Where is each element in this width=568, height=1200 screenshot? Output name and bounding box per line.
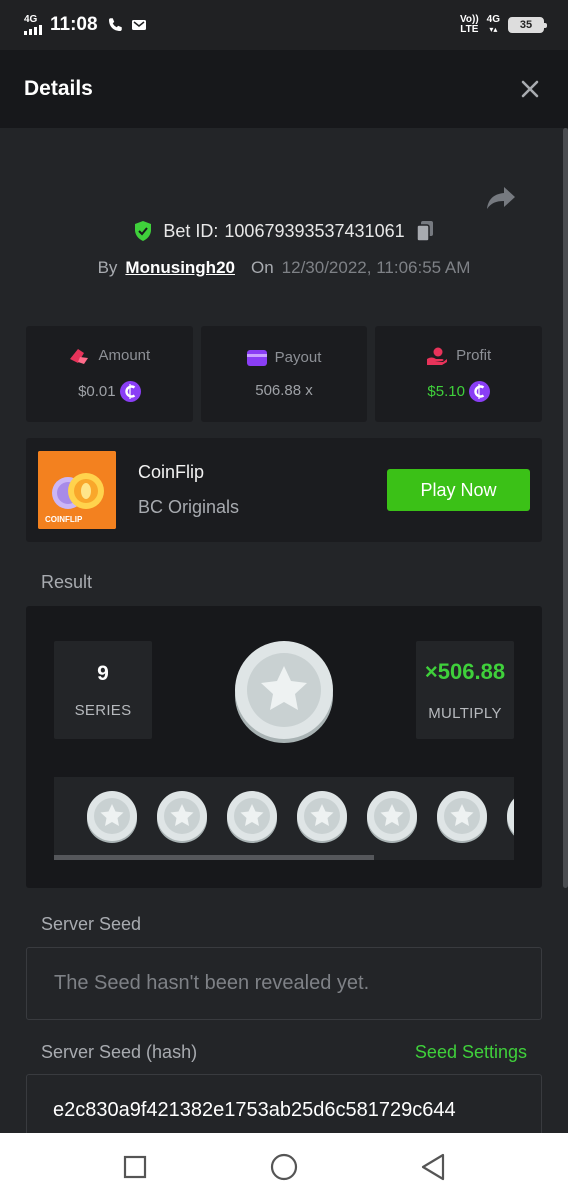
history-coin-icon bbox=[297, 791, 347, 843]
bet-owner-row: By Monusingh20 On 12/30/2022, 11:06:55 A… bbox=[0, 258, 568, 278]
bet-stats: Amount $0.01 Payout 506.88 x Profit $5.1… bbox=[26, 326, 543, 422]
circle-icon bbox=[270, 1153, 298, 1180]
home-button[interactable] bbox=[264, 1147, 304, 1187]
share-button[interactable] bbox=[484, 180, 518, 214]
network-4g-indicator: 4G ▾▴ bbox=[486, 14, 500, 35]
play-now-button[interactable]: Play Now bbox=[387, 469, 530, 511]
bet-id: 100679393537431061 bbox=[224, 220, 405, 241]
details-header: Details bbox=[0, 50, 568, 128]
multiply-value: ×506.88 bbox=[424, 658, 506, 684]
username-link[interactable]: Monusingh20 bbox=[125, 258, 235, 278]
currency-coin-icon bbox=[119, 380, 141, 402]
stat-profit: Profit $5.10 bbox=[375, 326, 543, 422]
payout-label: Payout bbox=[274, 349, 322, 366]
volte-indicator: Vo)) LTE bbox=[460, 15, 479, 35]
battery-icon: 35 bbox=[508, 17, 547, 33]
profit-value: $5.10 bbox=[427, 382, 465, 400]
close-button[interactable] bbox=[516, 75, 544, 103]
page-title: Details bbox=[24, 77, 93, 100]
game-name[interactable]: CoinFlip bbox=[138, 462, 239, 483]
status-bar: 4G 11:08 Vo)) LTE 4G ▾▴ 35 bbox=[0, 0, 568, 50]
history-coin-icon bbox=[157, 791, 207, 843]
server-seed-hash-field[interactable]: e2c830a9f421382e1753ab25d6c581729c644 bbox=[26, 1074, 542, 1133]
recent-apps-button[interactable] bbox=[115, 1147, 155, 1187]
history-coin-icon bbox=[367, 791, 417, 843]
game-card: COINFLIP CoinFlip BC Originals Play Now bbox=[26, 438, 542, 542]
copy-icon[interactable] bbox=[415, 220, 435, 242]
server-seed-hash-value: e2c830a9f421382e1753ab25d6c581729c644 bbox=[53, 1099, 456, 1121]
square-icon bbox=[123, 1155, 146, 1178]
shield-check-icon bbox=[135, 221, 152, 241]
server-seed-label: Server Seed bbox=[41, 914, 142, 934]
bet-datetime: 12/30/2022, 11:06:55 AM bbox=[281, 258, 471, 277]
history-coin-icon bbox=[87, 791, 137, 843]
game-thumbnail[interactable]: COINFLIP bbox=[38, 451, 116, 529]
wallet-icon bbox=[246, 350, 267, 366]
amount-value: $0.01 bbox=[78, 382, 116, 400]
amount-icon bbox=[70, 348, 89, 364]
network-right-label: 4G bbox=[486, 14, 500, 25]
profit-label: Profit bbox=[456, 347, 492, 364]
multiply-box: ×506.88 MULTIPLY bbox=[416, 641, 514, 739]
amount-label: Amount bbox=[98, 347, 151, 364]
close-icon bbox=[521, 80, 539, 98]
network-label: 4G bbox=[24, 14, 38, 25]
share-icon bbox=[487, 187, 515, 209]
stat-payout: Payout 506.88 x bbox=[200, 326, 368, 422]
scrollbar[interactable] bbox=[563, 128, 568, 888]
star-coin-icon bbox=[235, 641, 333, 743]
signal-icon: 4G bbox=[24, 15, 42, 35]
back-triangle-icon bbox=[422, 1153, 445, 1180]
history-coin-icon bbox=[227, 791, 277, 843]
result-panel: 9 SERIES ×506.88 MULTIPLY bbox=[26, 606, 542, 888]
back-button[interactable] bbox=[413, 1147, 453, 1187]
series-box: 9 SERIES bbox=[54, 641, 152, 739]
series-value: 9 bbox=[97, 661, 109, 685]
message-icon bbox=[131, 20, 146, 30]
server-seed-hash-label: Server Seed (hash) bbox=[41, 1042, 198, 1062]
seed-settings-link[interactable]: Seed Settings bbox=[415, 1042, 527, 1063]
history-coin-icon bbox=[507, 798, 514, 836]
call-icon bbox=[108, 18, 122, 31]
multiply-label: MULTIPLY bbox=[428, 704, 502, 722]
details-content[interactable]: Bet ID: 100679393537431061 By Monusingh2… bbox=[0, 128, 568, 1133]
coinflip-logo-icon: COINFLIP bbox=[38, 451, 116, 529]
server-seed-value: The Seed hasn't been revealed yet. bbox=[54, 972, 370, 994]
clock: 11:08 bbox=[50, 14, 98, 35]
strip-scrollbar[interactable] bbox=[54, 855, 374, 860]
thumb-text: COINFLIP bbox=[45, 515, 83, 524]
bet-id-row: Bet ID: 100679393537431061 bbox=[0, 220, 568, 242]
result-label: Result bbox=[41, 572, 93, 592]
server-seed-field: The Seed hasn't been revealed yet. bbox=[26, 947, 542, 1020]
volte-bottom-label: LTE bbox=[460, 24, 479, 35]
series-label: SERIES bbox=[74, 701, 132, 719]
on-label: On bbox=[250, 258, 274, 277]
coin-history-strip[interactable] bbox=[54, 777, 514, 860]
profit-icon bbox=[427, 347, 448, 365]
stat-amount: Amount $0.01 bbox=[26, 326, 193, 422]
battery-level: 35 bbox=[519, 19, 533, 31]
game-provider: BC Originals bbox=[138, 497, 240, 517]
currency-coin-icon bbox=[468, 380, 490, 402]
system-nav-bar bbox=[0, 1133, 568, 1200]
payout-value: 506.88 x bbox=[255, 382, 313, 399]
bet-id-label: Bet ID: bbox=[163, 220, 219, 241]
history-coin-icon bbox=[437, 791, 487, 843]
by-label: By bbox=[97, 258, 118, 277]
